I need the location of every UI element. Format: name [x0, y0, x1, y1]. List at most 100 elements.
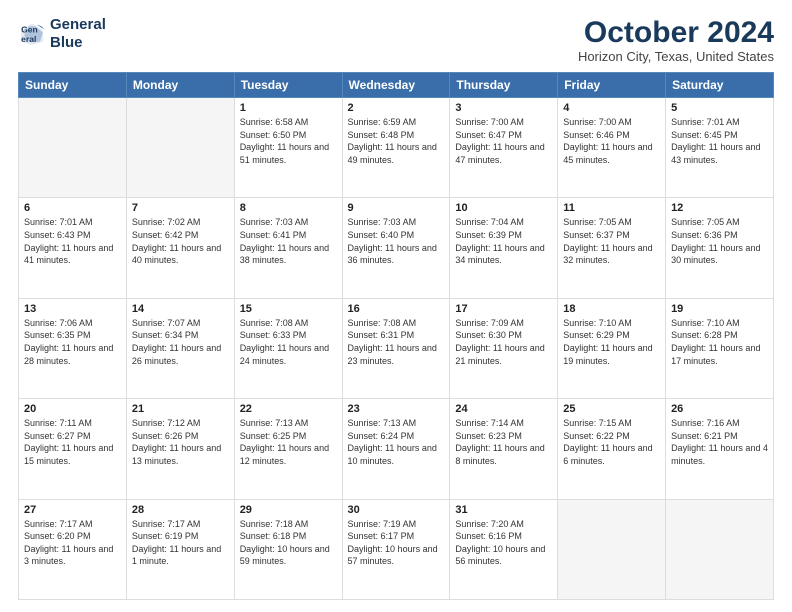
day-detail: Sunrise: 7:00 AMSunset: 6:46 PMDaylight:… [563, 116, 660, 166]
calendar-cell: 27 Sunrise: 7:17 AMSunset: 6:20 PMDayligh… [19, 499, 127, 599]
day-detail: Sunrise: 7:05 AMSunset: 6:36 PMDaylight:… [671, 216, 768, 266]
location: Horizon City, Texas, United States [578, 49, 774, 64]
day-number: 31 [455, 504, 552, 516]
calendar-week-1: 1Sunrise: 6:58 AMSunset: 6:50 PMDaylight… [19, 98, 774, 198]
calendar-cell [19, 98, 127, 198]
calendar-cell: 30 Sunrise: 7:19 AMSunset: 6:17 PMDayligh… [342, 499, 450, 599]
calendar-cell: 29 Sunrise: 7:18 AMSunset: 6:18 PMDayligh… [234, 499, 342, 599]
calendar-cell: 25Sunrise: 7:15 AMSunset: 6:22 PMDayligh… [558, 399, 666, 499]
day-detail: Sunrise: 7:19 AMSunset: 6:17 PMDaylight:… [348, 518, 445, 568]
day-header-tuesday: Tuesday [234, 73, 342, 98]
calendar-cell: 28 Sunrise: 7:17 AMSunset: 6:19 PMDayligh… [126, 499, 234, 599]
calendar-cell: 11 Sunrise: 7:05 AMSunset: 6:37 PMDayligh… [558, 198, 666, 298]
day-number: 16 [348, 303, 445, 315]
day-detail: Sunrise: 7:08 AMSunset: 6:31 PMDaylight:… [348, 317, 445, 367]
day-detail: Sunrise: 6:59 AMSunset: 6:48 PMDaylight:… [348, 116, 445, 166]
day-number: 22 [240, 403, 337, 415]
calendar-cell: 23Sunrise: 7:13 AMSunset: 6:24 PMDayligh… [342, 399, 450, 499]
day-number: 10 [455, 202, 552, 214]
svg-text:Gen: Gen [21, 24, 38, 34]
day-number: 4 [563, 102, 660, 114]
svg-text:eral: eral [21, 34, 36, 44]
day-header-thursday: Thursday [450, 73, 558, 98]
day-number: 13 [24, 303, 121, 315]
day-detail: Sunrise: 7:16 AMSunset: 6:21 PMDaylight:… [671, 417, 768, 467]
page: Gen eral General Blue October 2024 Horiz… [0, 0, 792, 612]
day-detail: Sunrise: 6:58 AMSunset: 6:50 PMDaylight:… [240, 116, 337, 166]
calendar-week-5: 27 Sunrise: 7:17 AMSunset: 6:20 PMDayligh… [19, 499, 774, 599]
calendar-cell: 21Sunrise: 7:12 AMSunset: 6:26 PMDayligh… [126, 399, 234, 499]
calendar-cell: 8Sunrise: 7:03 AMSunset: 6:41 PMDaylight… [234, 198, 342, 298]
calendar-cell: 15 Sunrise: 7:08 AMSunset: 6:33 PMDayligh… [234, 298, 342, 398]
day-number: 8 [240, 202, 337, 214]
month-title: October 2024 [578, 16, 774, 49]
calendar-cell [126, 98, 234, 198]
day-detail: Sunrise: 7:13 AMSunset: 6:25 PMDaylight:… [240, 417, 337, 467]
day-header-friday: Friday [558, 73, 666, 98]
header: Gen eral General Blue October 2024 Horiz… [18, 16, 774, 64]
calendar-cell: 6 Sunrise: 7:01 AMSunset: 6:43 PMDaylight… [19, 198, 127, 298]
day-detail: Sunrise: 7:18 AMSunset: 6:18 PMDaylight:… [240, 518, 337, 568]
day-number: 30 [348, 504, 445, 516]
day-detail: Sunrise: 7:04 AMSunset: 6:39 PMDaylight:… [455, 216, 552, 266]
day-number: 2 [348, 102, 445, 114]
calendar-week-3: 13Sunrise: 7:06 AMSunset: 6:35 PMDayligh… [19, 298, 774, 398]
day-detail: Sunrise: 7:03 AMSunset: 6:40 PMDaylight:… [348, 216, 445, 266]
day-detail: Sunrise: 7:13 AMSunset: 6:24 PMDaylight:… [348, 417, 445, 467]
day-number: 12 [671, 202, 768, 214]
calendar-cell: 4 Sunrise: 7:00 AMSunset: 6:46 PMDaylight… [558, 98, 666, 198]
day-detail: Sunrise: 7:05 AMSunset: 6:37 PMDaylight:… [563, 216, 660, 266]
day-detail: Sunrise: 7:17 AMSunset: 6:19 PMDaylight:… [132, 518, 229, 568]
day-number: 28 [132, 504, 229, 516]
day-number: 9 [348, 202, 445, 214]
day-detail: Sunrise: 7:12 AMSunset: 6:26 PMDaylight:… [132, 417, 229, 467]
calendar-cell: 13Sunrise: 7:06 AMSunset: 6:35 PMDayligh… [19, 298, 127, 398]
day-detail: Sunrise: 7:01 AMSunset: 6:45 PMDaylight:… [671, 116, 768, 166]
day-number: 6 [24, 202, 121, 214]
day-detail: Sunrise: 7:07 AMSunset: 6:34 PMDaylight:… [132, 317, 229, 367]
day-detail: Sunrise: 7:17 AMSunset: 6:20 PMDaylight:… [24, 518, 121, 568]
day-detail: Sunrise: 7:20 AMSunset: 6:16 PMDaylight:… [455, 518, 552, 568]
day-number: 29 [240, 504, 337, 516]
day-header-sunday: Sunday [19, 73, 127, 98]
day-number: 17 [455, 303, 552, 315]
calendar-cell: 20 Sunrise: 7:11 AMSunset: 6:27 PMDayligh… [19, 399, 127, 499]
calendar-cell: 24 Sunrise: 7:14 AMSunset: 6:23 PMDayligh… [450, 399, 558, 499]
logo: Gen eral General Blue [18, 16, 106, 52]
day-number: 25 [563, 403, 660, 415]
day-detail: Sunrise: 7:14 AMSunset: 6:23 PMDaylight:… [455, 417, 552, 467]
day-header-saturday: Saturday [666, 73, 774, 98]
day-number: 15 [240, 303, 337, 315]
calendar-cell: 17Sunrise: 7:09 AMSunset: 6:30 PMDayligh… [450, 298, 558, 398]
calendar-cell: 7Sunrise: 7:02 AMSunset: 6:42 PMDaylight… [126, 198, 234, 298]
day-number: 19 [671, 303, 768, 315]
day-header-wednesday: Wednesday [342, 73, 450, 98]
day-detail: Sunrise: 7:00 AMSunset: 6:47 PMDaylight:… [455, 116, 552, 166]
day-detail: Sunrise: 7:01 AMSunset: 6:43 PMDaylight:… [24, 216, 121, 266]
calendar-cell: 26 Sunrise: 7:16 AMSunset: 6:21 PMDayligh… [666, 399, 774, 499]
day-number: 14 [132, 303, 229, 315]
calendar-week-4: 20 Sunrise: 7:11 AMSunset: 6:27 PMDayligh… [19, 399, 774, 499]
day-detail: Sunrise: 7:10 AMSunset: 6:29 PMDaylight:… [563, 317, 660, 367]
calendar-cell: 16 Sunrise: 7:08 AMSunset: 6:31 PMDayligh… [342, 298, 450, 398]
calendar-header-row: SundayMondayTuesdayWednesdayThursdayFrid… [19, 73, 774, 98]
day-number: 20 [24, 403, 121, 415]
calendar-cell: 14 Sunrise: 7:07 AMSunset: 6:34 PMDayligh… [126, 298, 234, 398]
calendar-cell: 19 Sunrise: 7:10 AMSunset: 6:28 PMDayligh… [666, 298, 774, 398]
day-number: 24 [455, 403, 552, 415]
day-number: 5 [671, 102, 768, 114]
day-detail: Sunrise: 7:10 AMSunset: 6:28 PMDaylight:… [671, 317, 768, 367]
calendar-cell: 9 Sunrise: 7:03 AMSunset: 6:40 PMDaylight… [342, 198, 450, 298]
day-number: 26 [671, 403, 768, 415]
calendar-week-2: 6 Sunrise: 7:01 AMSunset: 6:43 PMDaylight… [19, 198, 774, 298]
calendar-cell [666, 499, 774, 599]
day-detail: Sunrise: 7:08 AMSunset: 6:33 PMDaylight:… [240, 317, 337, 367]
day-detail: Sunrise: 7:11 AMSunset: 6:27 PMDaylight:… [24, 417, 121, 467]
calendar-cell: 22 Sunrise: 7:13 AMSunset: 6:25 PMDayligh… [234, 399, 342, 499]
calendar-cell [558, 499, 666, 599]
day-number: 18 [563, 303, 660, 315]
title-block: October 2024 Horizon City, Texas, United… [578, 16, 774, 64]
day-number: 27 [24, 504, 121, 516]
calendar-table: SundayMondayTuesdayWednesdayThursdayFrid… [18, 72, 774, 600]
day-number: 11 [563, 202, 660, 214]
